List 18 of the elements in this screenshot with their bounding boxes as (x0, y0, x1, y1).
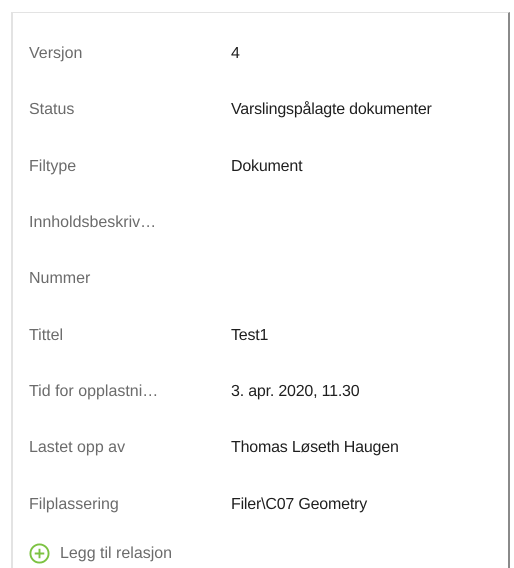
property-value: Filer\C07 Geometry (231, 494, 367, 515)
property-label: Versjon (29, 44, 84, 64)
property-label: Innholdsbeskriv… (29, 213, 158, 234)
property-value: Test1 (231, 326, 268, 346)
property-label: Lastet opp av (29, 438, 126, 458)
property-value: Thomas Løseth Haugen (231, 438, 399, 458)
property-value: 4 (231, 44, 240, 64)
plus-circle-icon (29, 543, 50, 564)
property-label: Filtype (29, 156, 78, 177)
add-relation-link[interactable]: Legg til relasjon (29, 542, 172, 566)
property-label: Tid for opplastni… (29, 382, 160, 402)
property-label: Filplassering (29, 494, 120, 515)
property-value: Varslingspålagte dokumenter (231, 100, 432, 120)
property-label: Status (29, 100, 76, 120)
property-value: Dokument (231, 156, 302, 177)
property-label: Nummer (29, 269, 92, 290)
property-label: Tittel (29, 326, 64, 346)
property-value: 3. apr. 2020, 11.30 (231, 382, 360, 402)
